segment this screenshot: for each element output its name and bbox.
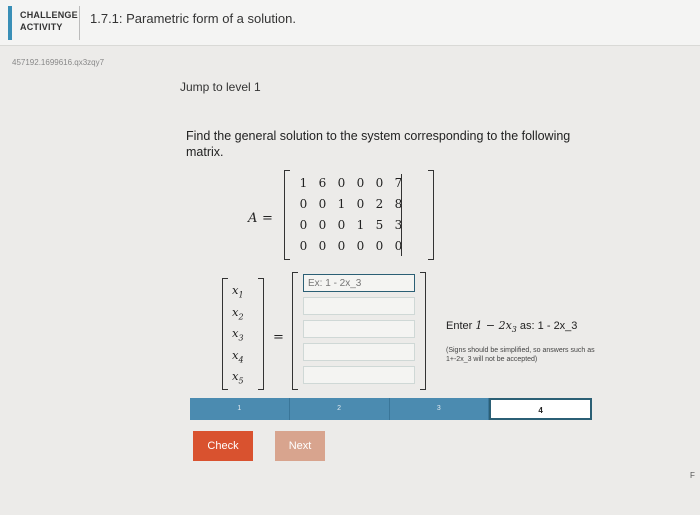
level-segment-3[interactable]: 3 bbox=[389, 398, 490, 420]
matrix-cell: 0 bbox=[375, 239, 384, 253]
variable-x5: x5 bbox=[232, 366, 244, 388]
matrix-cell: 1 bbox=[356, 218, 365, 232]
matrix-cell: 0 bbox=[356, 176, 365, 190]
answer-right-bracket bbox=[420, 272, 426, 390]
variable-subscript: 5 bbox=[238, 376, 244, 386]
augmented-matrix: 160007001028000153000000 bbox=[284, 170, 434, 260]
badge-line-1: CHALLENGE bbox=[20, 10, 78, 20]
matrix-grid: 160007001028000153000000 bbox=[294, 173, 408, 257]
matrix-cell: 0 bbox=[299, 239, 308, 253]
matrix-cell: 0 bbox=[375, 176, 384, 190]
matrix-cell: 5 bbox=[375, 218, 384, 232]
matrix-equals: = bbox=[262, 211, 273, 226]
variable-subscript: 2 bbox=[238, 311, 244, 321]
matrix-cell: 0 bbox=[356, 239, 365, 253]
matrix-cell: 0 bbox=[299, 197, 308, 211]
variable-x4: x4 bbox=[232, 345, 244, 367]
level-progress-bar: 1234 bbox=[190, 398, 592, 420]
variable-list: x1 x2 x3 x4 x5 bbox=[232, 280, 244, 388]
badge-line-2: ACTIVITY bbox=[20, 22, 63, 32]
variable-x3: x3 bbox=[232, 323, 244, 345]
variable-vector: x1 x2 x3 x4 x5 bbox=[222, 278, 264, 390]
matrix-cell: 3 bbox=[394, 218, 403, 232]
hint-prefix: Enter bbox=[446, 320, 476, 332]
variable-x1: x1 bbox=[232, 280, 244, 302]
matrix-cell: 0 bbox=[337, 176, 346, 190]
check-button[interactable]: Check bbox=[193, 431, 253, 461]
augment-divider bbox=[401, 174, 402, 256]
matrix-cell: 0 bbox=[337, 239, 346, 253]
answer-input-4[interactable] bbox=[303, 343, 415, 361]
input-hint: Enter 1 − 2x3 as: 1 - 2x_3 bbox=[446, 319, 577, 334]
hint-example: 1 - 2x_3 bbox=[537, 320, 578, 332]
matrix-cell: 0 bbox=[318, 197, 327, 211]
answer-vector bbox=[292, 272, 426, 390]
jump-to-level-link[interactable]: Jump to level 1 bbox=[180, 80, 261, 94]
level-segment-1[interactable]: 1 bbox=[190, 398, 290, 420]
question-prompt: Find the general solution to the system … bbox=[186, 129, 571, 159]
matrix-cell: 6 bbox=[318, 176, 327, 190]
vector-right-bracket bbox=[258, 278, 264, 390]
next-button[interactable]: Next bbox=[275, 431, 325, 461]
answer-input-2[interactable] bbox=[303, 297, 415, 315]
variable-subscript: 1 bbox=[238, 290, 244, 300]
answer-input-5[interactable] bbox=[303, 366, 415, 384]
vector-equals: = bbox=[273, 330, 284, 345]
challenge-activity-badge: CHALLENGE ACTIVITY bbox=[8, 6, 80, 40]
matrix-cell: 1 bbox=[299, 176, 308, 190]
variable-x2: x2 bbox=[232, 302, 244, 324]
matrix-label: A bbox=[248, 211, 258, 226]
hint-math: 1 − 2x bbox=[475, 319, 512, 332]
hint-note: (Signs should be simplified, so answers … bbox=[446, 347, 595, 363]
matrix-cell: 0 bbox=[394, 239, 403, 253]
variable-subscript: 4 bbox=[238, 354, 244, 364]
activity-title: 1.7.1: Parametric form of a solution. bbox=[90, 11, 296, 26]
edge-text: F bbox=[690, 471, 695, 480]
matrix-cell: 0 bbox=[299, 218, 308, 232]
hint-as: as: bbox=[516, 320, 538, 332]
answer-left-bracket bbox=[292, 272, 298, 390]
vector-left-bracket bbox=[222, 278, 228, 390]
matrix-cell: 1 bbox=[337, 197, 346, 211]
matrix-cell: 0 bbox=[356, 197, 365, 211]
matrix-cell: 2 bbox=[375, 197, 384, 211]
page: CHALLENGE ACTIVITY 1.7.1: Parametric for… bbox=[0, 0, 700, 515]
level-segment-2[interactable]: 2 bbox=[289, 398, 390, 420]
matrix-left-bracket bbox=[284, 170, 290, 260]
header-bar: CHALLENGE ACTIVITY 1.7.1: Parametric for… bbox=[0, 0, 700, 46]
answer-input-1[interactable] bbox=[303, 274, 415, 292]
matrix-cell: 0 bbox=[337, 218, 346, 232]
matrix-cell: 0 bbox=[318, 239, 327, 253]
matrix-cell: 0 bbox=[318, 218, 327, 232]
matrix-cell: 7 bbox=[394, 176, 403, 190]
variable-subscript: 3 bbox=[238, 333, 244, 343]
matrix-right-bracket bbox=[428, 170, 434, 260]
matrix-cell: 8 bbox=[394, 197, 403, 211]
activity-id: 457192.1699616.qx3zqy7 bbox=[12, 58, 105, 67]
answer-input-3[interactable] bbox=[303, 320, 415, 338]
level-segment-4[interactable]: 4 bbox=[489, 398, 592, 420]
